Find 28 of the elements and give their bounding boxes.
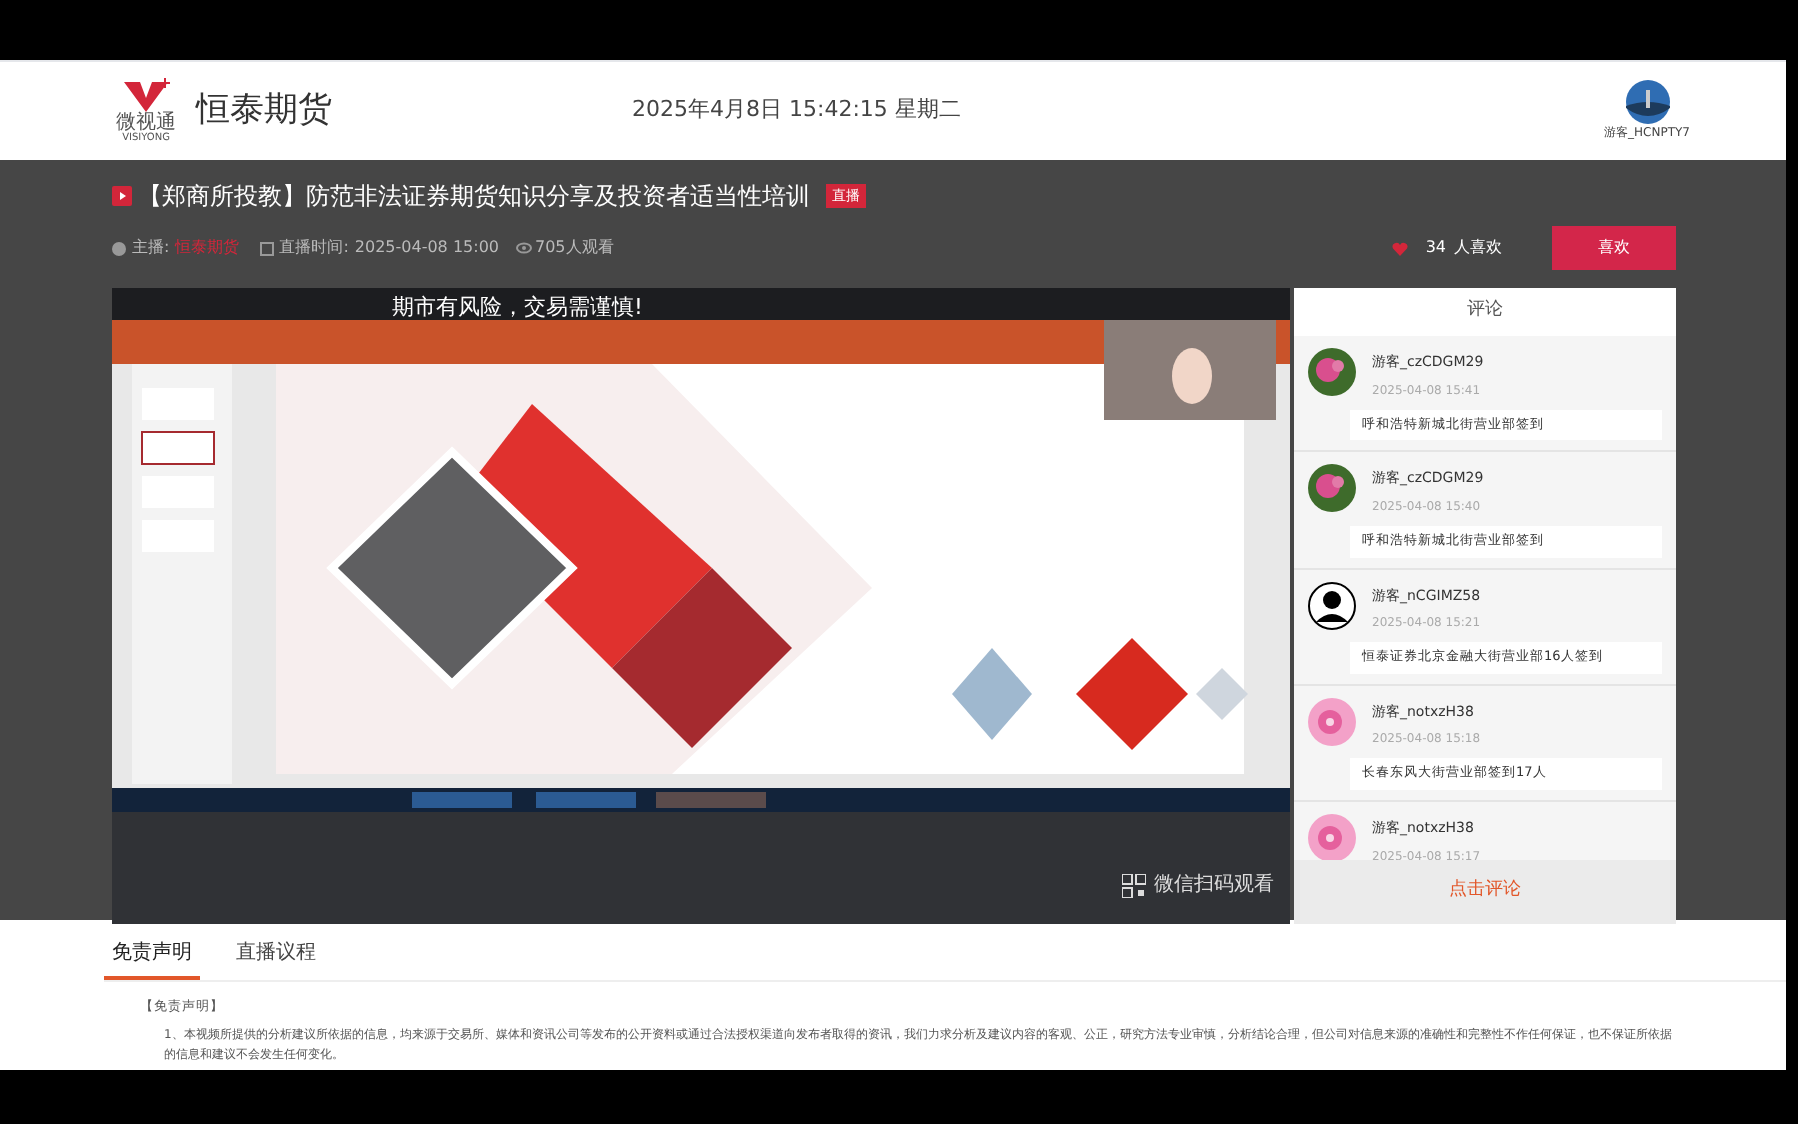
video-icon xyxy=(112,186,132,206)
avatar-icon xyxy=(1308,814,1356,860)
scan-to-watch-label: 微信扫码观看 xyxy=(1154,871,1274,900)
qr-code-icon xyxy=(1122,873,1146,897)
logo-icon xyxy=(120,78,172,114)
avatar-icon xyxy=(1625,80,1670,124)
viewer-count: 705人观看 xyxy=(535,236,614,260)
date-time: 2025年4月8日 15:42:15 星期二 xyxy=(632,94,961,127)
time-label: 直播时间: xyxy=(279,236,349,260)
avatar-icon xyxy=(1308,464,1356,513)
warning-text: 期市有风险，交易需谨慎! xyxy=(392,292,643,324)
comments-title: 评论 xyxy=(1294,288,1676,336)
avatar-icon xyxy=(1308,697,1356,746)
tab[interactable]: 直播议程 xyxy=(228,938,324,980)
like-count: 34 xyxy=(1425,236,1446,260)
avatar-icon xyxy=(1308,348,1356,396)
host-label: 主播: xyxy=(132,236,170,260)
tab[interactable]: 免责声明 xyxy=(104,938,200,980)
heart-icon xyxy=(1391,241,1408,255)
like-button[interactable]: 喜欢 xyxy=(1552,226,1676,270)
start-time: 2025-04-08 15:00 xyxy=(354,236,499,260)
like-label: 人喜欢 xyxy=(1454,236,1502,260)
host-name: 恒泰期货 xyxy=(175,236,240,260)
logo-text: 微视通 xyxy=(116,114,176,134)
brand-name: 恒泰期货 xyxy=(196,87,332,134)
live-title: 【郑商所投教】防范非法证券期货知识分享及投资者适当性培训 xyxy=(138,180,810,214)
eye-icon xyxy=(515,242,531,254)
avatar-icon xyxy=(1308,581,1356,629)
